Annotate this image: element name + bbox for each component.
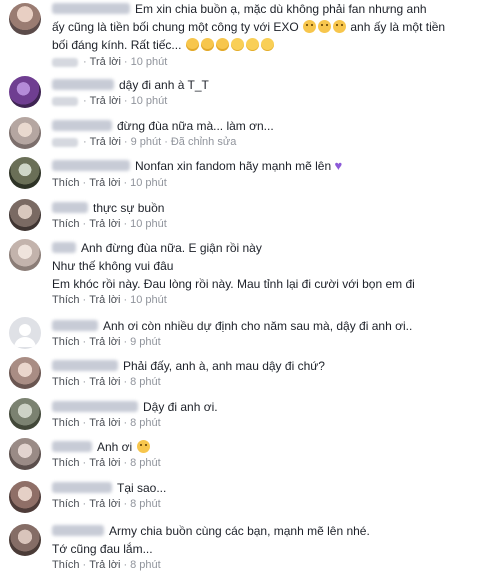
like-link[interactable]: Thích bbox=[52, 376, 80, 388]
timestamp[interactable]: 10 phút bbox=[130, 177, 167, 189]
comment-text: Em xin chia buồn ạ, mặc dù không phải fa… bbox=[52, 2, 446, 52]
avatar[interactable] bbox=[9, 199, 41, 231]
frowning-face-emoji-icon bbox=[303, 20, 317, 34]
avatar[interactable] bbox=[9, 438, 41, 470]
like-link[interactable]: Thích bbox=[52, 498, 80, 510]
commenter-name[interactable] bbox=[52, 160, 130, 172]
timestamp[interactable]: 8 phút bbox=[130, 417, 161, 429]
like-link[interactable]: Thích bbox=[52, 336, 80, 348]
comment-actions: Thích · Trả lời · 10 phút bbox=[52, 294, 167, 306]
commenter-name[interactable] bbox=[52, 242, 76, 254]
comment-actions: Thích · Trả lời · 8 phút bbox=[52, 559, 161, 571]
comment-thread: Em xin chia buồn ạ, mặc dù không phải fa… bbox=[0, 0, 500, 579]
avatar[interactable] bbox=[9, 357, 41, 389]
reply-link[interactable]: Trả lời bbox=[90, 56, 121, 68]
timestamp[interactable]: 10 phút bbox=[131, 95, 168, 107]
timestamp[interactable]: 8 phút bbox=[130, 457, 161, 469]
reply-link[interactable]: Trả lời bbox=[90, 136, 121, 148]
avatar[interactable] bbox=[9, 524, 41, 556]
reply-link[interactable]: Trả lời bbox=[89, 559, 120, 571]
comment-actions: · Trả lời · 10 phút bbox=[52, 94, 492, 108]
like-link[interactable] bbox=[52, 137, 78, 147]
comment-actions: · Trả lời · 10 phút bbox=[52, 55, 492, 69]
reply-link[interactable]: Trả lời bbox=[89, 336, 120, 348]
commenter-name[interactable] bbox=[52, 202, 88, 214]
reply-link[interactable]: Trả lời bbox=[89, 177, 120, 189]
edited-label[interactable]: Đã chỉnh sửa bbox=[171, 136, 236, 148]
frowning-face-emoji-icon bbox=[318, 20, 332, 34]
commenter-name[interactable] bbox=[52, 320, 98, 332]
timestamp[interactable]: 8 phút bbox=[130, 376, 161, 388]
like-link[interactable]: Thích bbox=[52, 417, 80, 429]
comment-actions: Thích · Trả lời · 8 phút bbox=[52, 376, 161, 388]
frowning-face-emoji-icon bbox=[333, 20, 347, 34]
avatar[interactable] bbox=[9, 76, 41, 108]
reply-link[interactable]: Trả lời bbox=[89, 376, 120, 388]
avatar[interactable] bbox=[9, 398, 41, 430]
timestamp[interactable]: 9 phút bbox=[131, 136, 162, 148]
avatar[interactable] bbox=[9, 157, 41, 189]
crying-face-emoji-icon bbox=[215, 38, 229, 52]
comment-text: Anh đừng đùa nữa. E giận rồi này Như thế… bbox=[52, 241, 415, 291]
reply-link[interactable]: Trả lời bbox=[90, 95, 121, 107]
comment-actions: Thích · Trả lời · 9 phút bbox=[52, 336, 161, 348]
comment-text: Nonfan xin fandom hãy mạnh mẽ lên ♥ bbox=[52, 157, 492, 176]
comment-actions: Thích · Trả lời · 10 phút bbox=[52, 218, 167, 230]
commenter-name[interactable] bbox=[52, 3, 130, 15]
commenter-name[interactable] bbox=[52, 525, 104, 537]
like-link[interactable]: Thích bbox=[52, 294, 80, 306]
comment-text: Dậy đi anh ơi. bbox=[52, 398, 492, 416]
comment-actions: · Trả lời · 9 phút · Đã chỉnh sửa bbox=[52, 135, 492, 149]
default-avatar-icon bbox=[14, 324, 36, 347]
timestamp[interactable]: 10 phút bbox=[131, 56, 168, 68]
comment-actions: Thích · Trả lời · 10 phút bbox=[52, 176, 167, 189]
comment-text: thực sự buồn bbox=[52, 199, 492, 217]
commenter-name[interactable] bbox=[52, 441, 92, 453]
commenter-name[interactable] bbox=[52, 482, 112, 494]
timestamp[interactable]: 8 phút bbox=[130, 559, 161, 571]
comment-actions: Thích · Trả lời · 8 phút bbox=[52, 417, 161, 429]
commenter-name[interactable] bbox=[52, 401, 138, 413]
comment-actions: Thích · Trả lời · 8 phút bbox=[52, 498, 161, 510]
reply-link[interactable]: Trả lời bbox=[89, 417, 120, 429]
avatar[interactable] bbox=[9, 481, 41, 513]
like-link[interactable]: Thích bbox=[52, 457, 80, 469]
disappointed-face-emoji-icon bbox=[136, 440, 150, 454]
comment-text: đừng đùa nữa mà... làm ơn... bbox=[52, 117, 492, 135]
like-link[interactable] bbox=[52, 96, 78, 106]
timestamp[interactable]: 10 phút bbox=[130, 294, 167, 306]
commenter-name[interactable] bbox=[52, 360, 118, 372]
avatar[interactable] bbox=[9, 3, 41, 35]
comment-text: Tại sao... bbox=[52, 479, 492, 497]
relieved-face-emoji-icon bbox=[260, 38, 274, 52]
like-link[interactable]: Thích bbox=[52, 177, 80, 189]
reply-link[interactable]: Trả lời bbox=[89, 218, 120, 230]
reply-link[interactable]: Trả lời bbox=[89, 294, 120, 306]
purple-heart-icon: ♥ bbox=[334, 157, 343, 173]
relieved-face-emoji-icon bbox=[230, 38, 244, 52]
reply-link[interactable]: Trả lời bbox=[89, 498, 120, 510]
avatar[interactable] bbox=[9, 317, 41, 349]
like-link[interactable]: Thích bbox=[52, 559, 80, 571]
like-link[interactable]: Thích bbox=[52, 218, 80, 230]
comment-text: Anh ơi bbox=[52, 438, 492, 456]
like-link[interactable] bbox=[52, 57, 78, 67]
crying-face-emoji-icon bbox=[200, 38, 214, 52]
reply-link[interactable]: Trả lời bbox=[89, 457, 120, 469]
relieved-face-emoji-icon bbox=[245, 38, 259, 52]
timestamp[interactable]: 9 phút bbox=[130, 336, 161, 348]
comment-text: dậy đi anh à T_T bbox=[52, 76, 492, 94]
commenter-name[interactable] bbox=[52, 120, 112, 132]
commenter-name[interactable] bbox=[52, 79, 114, 91]
crying-face-emoji-icon bbox=[185, 38, 199, 52]
comment-text: Army chia buồn cùng các bạn, mạnh mẽ lên… bbox=[52, 524, 370, 556]
comment-text: Phải đấy, anh à, anh mau dậy đi chứ? bbox=[52, 357, 492, 375]
comment-actions: Thích · Trả lời · 8 phút bbox=[52, 457, 161, 469]
avatar[interactable] bbox=[9, 239, 41, 271]
comment-text: Anh ơi còn nhiều dự định cho năm sau mà,… bbox=[52, 317, 492, 335]
avatar[interactable] bbox=[9, 117, 41, 149]
timestamp[interactable]: 10 phút bbox=[130, 218, 167, 230]
timestamp[interactable]: 8 phút bbox=[130, 498, 161, 510]
